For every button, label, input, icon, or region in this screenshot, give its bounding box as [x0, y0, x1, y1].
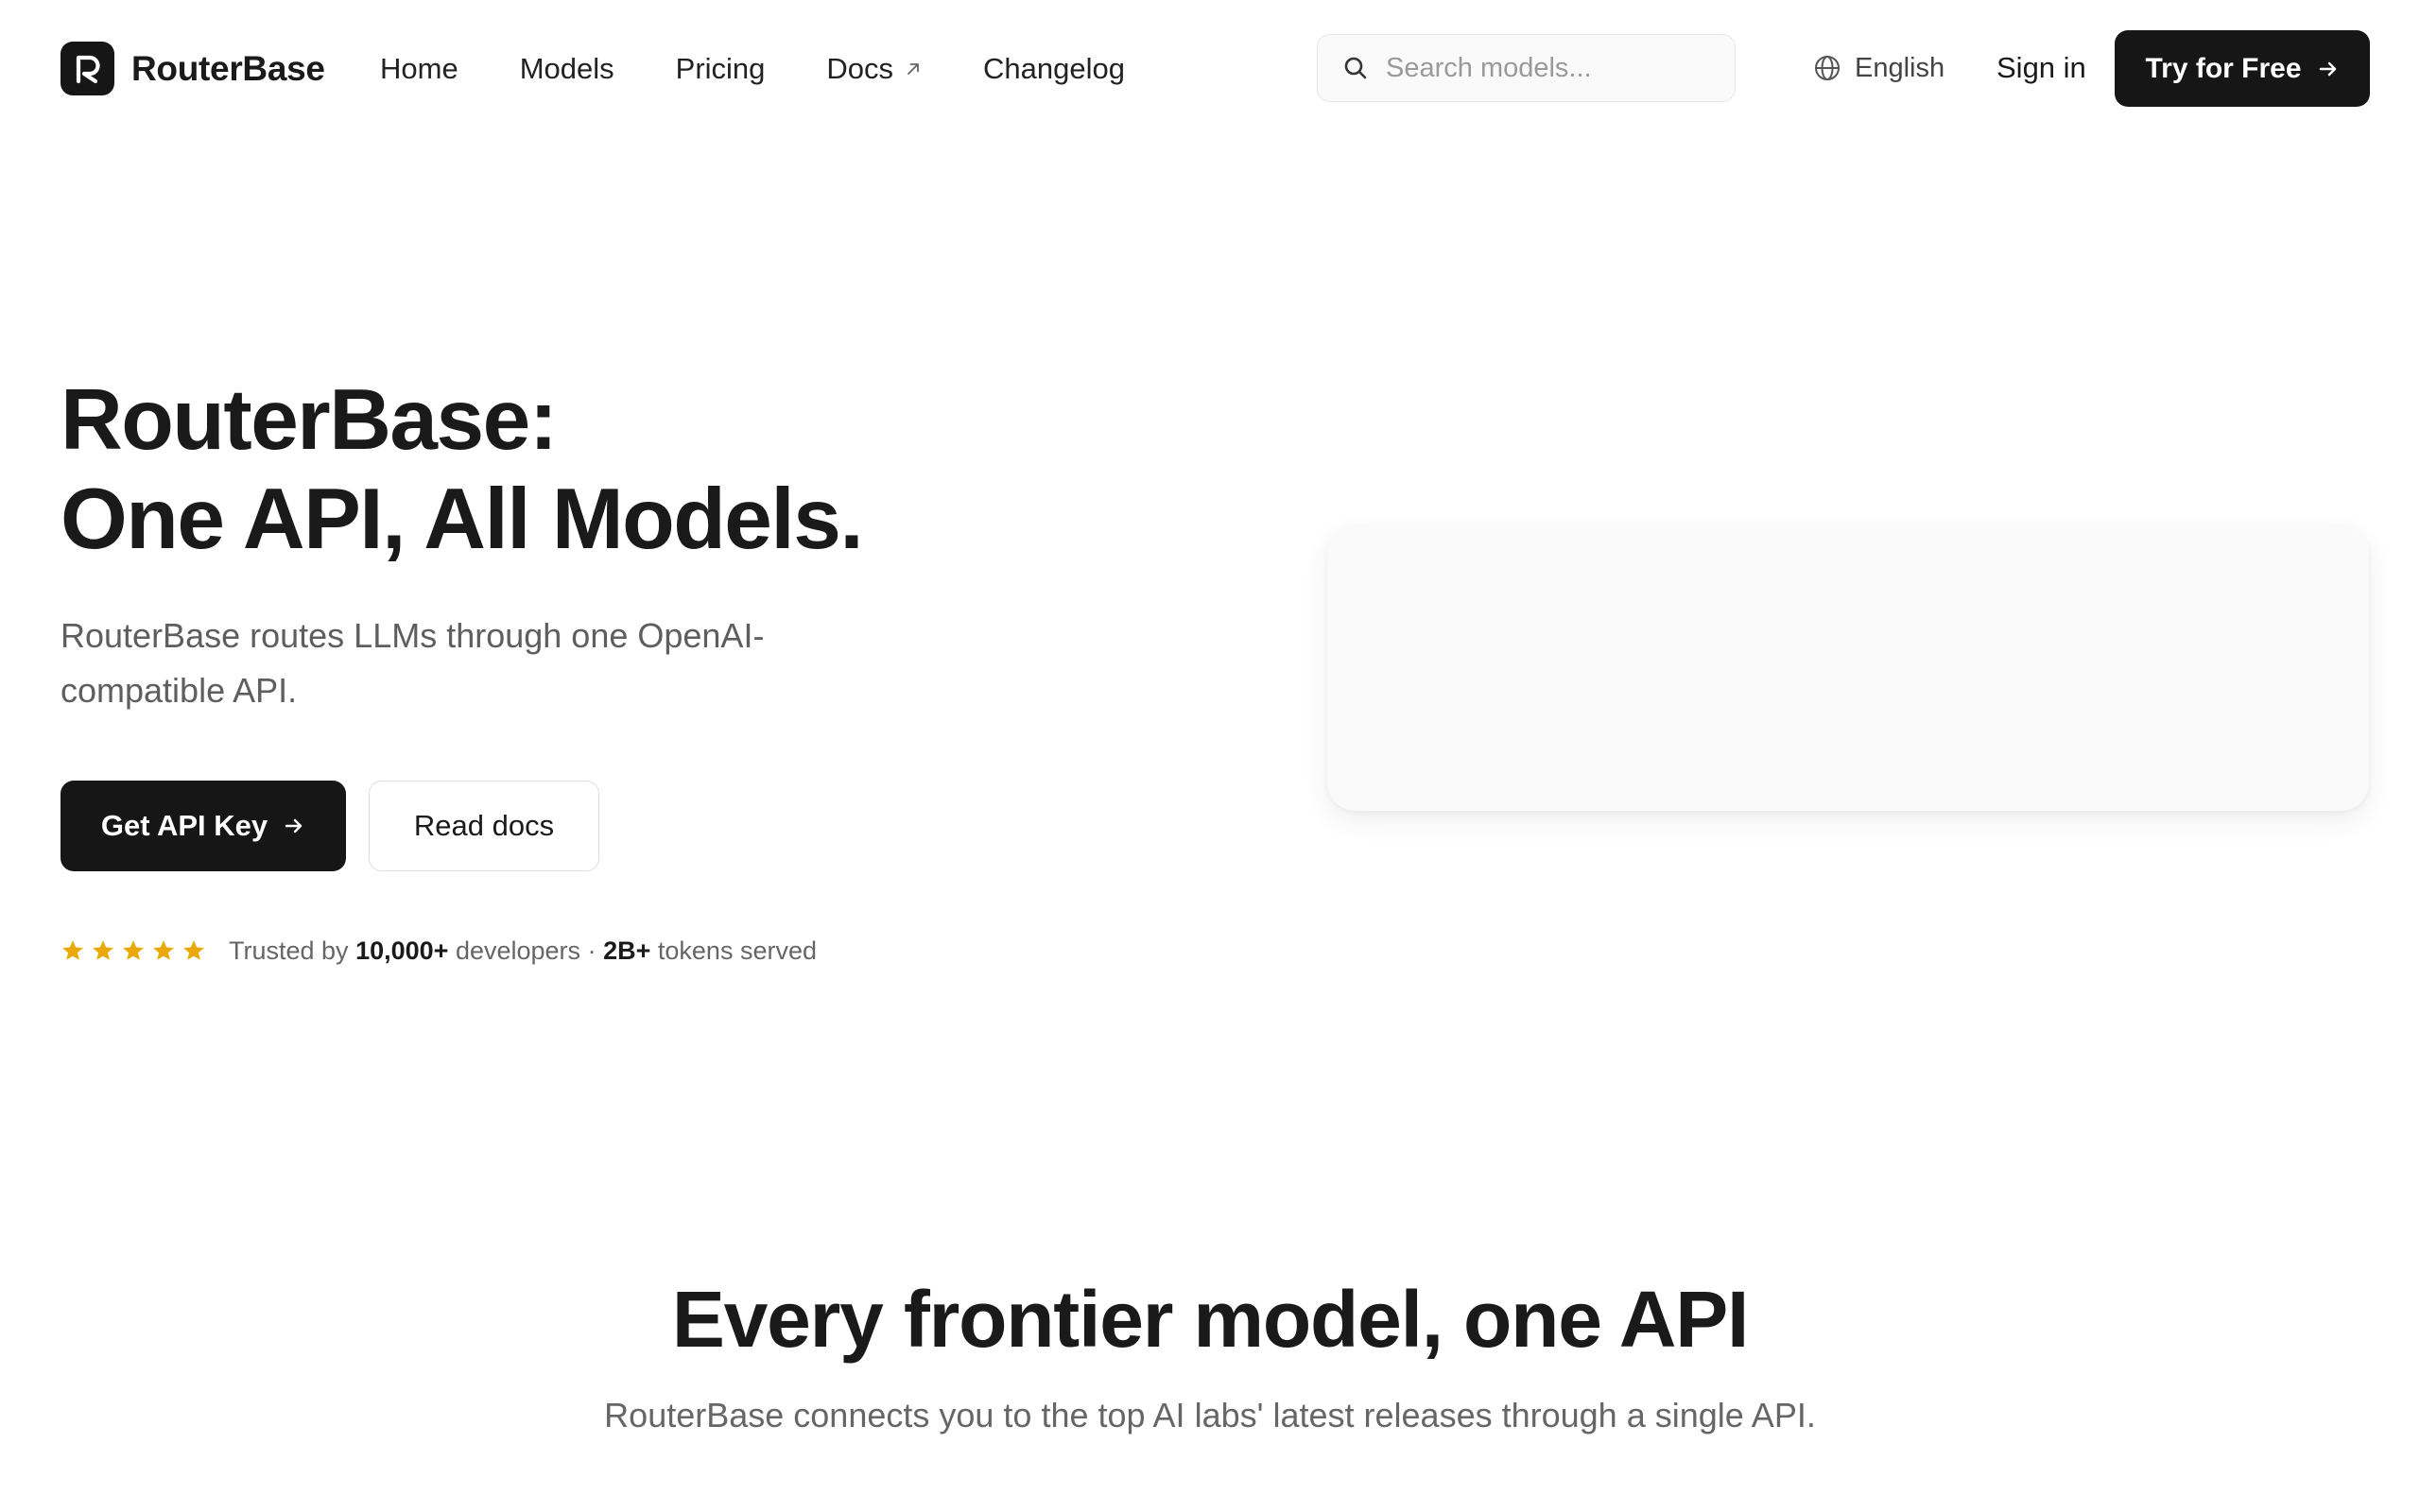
get-api-key-label: Get API Key	[100, 809, 268, 842]
star-rating	[60, 938, 212, 963]
tokens-label: tokens served	[657, 936, 817, 965]
star-icon	[121, 938, 146, 963]
routerbase-logo-icon	[60, 42, 114, 95]
search-input[interactable]	[1386, 52, 1726, 84]
read-docs-button[interactable]: Read docs	[369, 781, 599, 871]
brand-name: RouterBase	[131, 48, 325, 88]
get-api-key-button[interactable]: Get API Key	[60, 781, 346, 871]
developers-count: 10,000+	[355, 936, 449, 965]
star-icon	[60, 938, 85, 963]
nav-docs-label: Docs	[826, 52, 894, 85]
trust-bar: Trusted by 10,000+ developers · 2B+ toke…	[60, 932, 817, 970]
top-nav-bar: RouterBase Home Models Pricing Docs Chan…	[0, 0, 2420, 137]
nav-models[interactable]: Models	[520, 47, 614, 91]
language-selector[interactable]: English	[1813, 47, 1945, 89]
trust-separator: ·	[587, 936, 596, 965]
hero-preview-card	[1327, 525, 2369, 811]
trust-text: Trusted by 10,000+ developers · 2B+ toke…	[229, 936, 817, 966]
try-for-free-label: Try for Free	[2145, 52, 2302, 84]
star-icon	[151, 938, 176, 963]
nav-changelog[interactable]: Changelog	[983, 47, 1125, 91]
star-icon	[91, 938, 115, 963]
developers-label: developers	[455, 936, 581, 965]
main-nav: Home Models Pricing Docs Changelog	[380, 47, 1125, 91]
page: RouterBase Home Models Pricing Docs Chan…	[0, 0, 2420, 1512]
arrow-right-icon	[2317, 58, 2340, 80]
search-icon	[1342, 55, 1369, 81]
logo-link[interactable]: RouterBase	[60, 42, 325, 95]
sign-in-link[interactable]: Sign in	[1996, 47, 2086, 89]
search-box[interactable]	[1317, 34, 1736, 102]
hero-subtitle: RouterBase routes LLMs through one OpenA…	[60, 616, 765, 710]
nav-home[interactable]: Home	[380, 47, 458, 91]
arrow-right-icon	[283, 815, 305, 837]
star-icon	[182, 938, 206, 963]
try-for-free-button[interactable]: Try for Free	[2115, 30, 2370, 107]
arrow-up-right-icon	[905, 60, 922, 77]
globe-icon	[1813, 54, 1841, 82]
nav-pricing[interactable]: Pricing	[676, 47, 766, 91]
hero-title-line-2: One API, All Models.	[60, 472, 864, 567]
hero-title-line-1: RouterBase:	[60, 372, 558, 468]
language-label: English	[1855, 52, 1945, 83]
section-subtitle: RouterBase connects you to the top AI la…	[604, 1396, 1816, 1435]
nav-docs[interactable]: Docs	[826, 47, 922, 91]
hero-title: RouterBase: One API, All Models.	[60, 370, 1100, 569]
section-title: Every frontier model, one API	[671, 1275, 1750, 1364]
trust-prefix: Trusted by	[229, 936, 349, 965]
tokens-count: 2B+	[603, 936, 651, 965]
